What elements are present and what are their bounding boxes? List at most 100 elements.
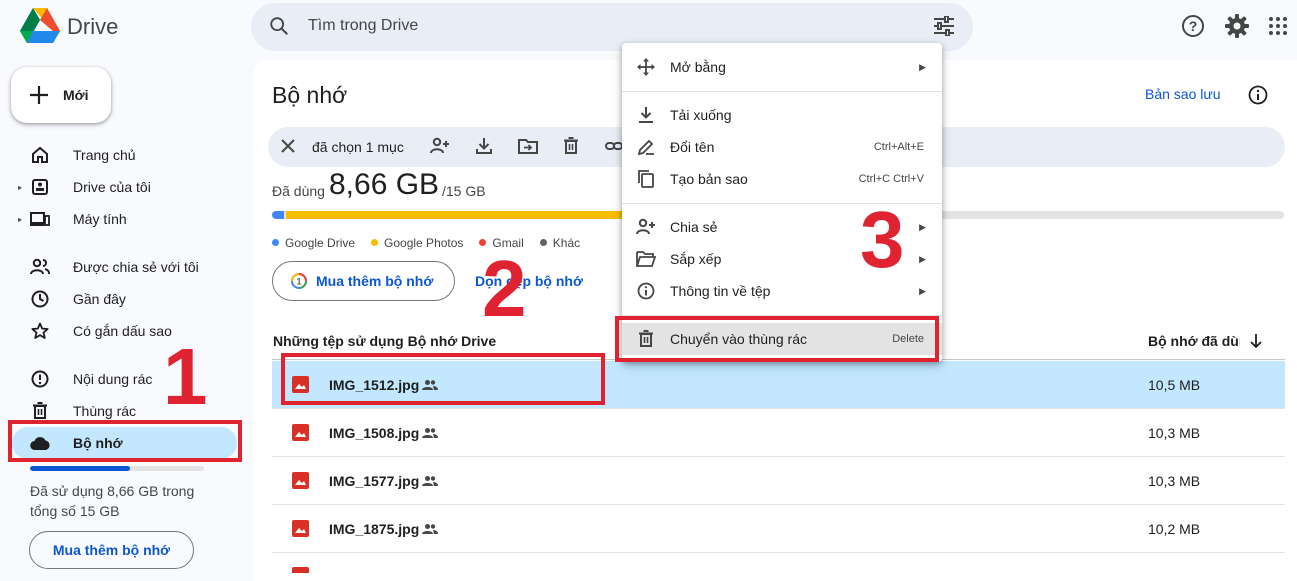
table-row[interactable]: IMG_1875.jpg 10,2 MB	[272, 505, 1285, 553]
storage-usage-text: Đã sử dụng 8,66 GB trong tổng số 15 GB	[30, 483, 195, 519]
google-one-icon: 1	[291, 273, 307, 289]
share-icon[interactable]	[430, 137, 450, 155]
submenu-arrow-icon: ▶	[919, 253, 926, 264]
clear-selection-icon[interactable]	[279, 137, 297, 155]
sidebar-item-label: Máy tính	[73, 211, 127, 227]
shared-icon	[422, 475, 438, 486]
storage-used-column-header[interactable]: Bộ nhớ đã dùng	[1148, 333, 1240, 349]
annotation-box-storage	[8, 420, 242, 462]
selection-count: đã chọn 1 mục	[312, 139, 404, 155]
clock-icon	[30, 289, 50, 309]
drive-logo-icon[interactable]	[20, 8, 60, 44]
home-icon	[30, 145, 50, 165]
table-row[interactable]: IMG_1508.jpg 10,3 MB	[272, 409, 1285, 457]
legend-item: Google Drive	[272, 236, 355, 250]
gear-icon[interactable]	[1225, 14, 1249, 38]
download-icon[interactable]	[475, 137, 493, 155]
file-info-icon	[636, 281, 656, 301]
menu-item-label: Sắp xếp	[670, 251, 722, 267]
menu-item-label: Chia sẻ	[670, 219, 718, 235]
new-button-label: Mới	[63, 87, 89, 103]
submenu-arrow-icon: ▶	[919, 61, 926, 72]
search-input[interactable]: Tìm trong Drive	[308, 17, 418, 35]
svg-text:1: 1	[296, 277, 301, 287]
sidebar-item-shared-with-me[interactable]: Được chia sẻ với tôi	[12, 251, 237, 283]
menu-item-label: Tạo bản sao	[670, 171, 748, 187]
sidebar-item-label: Được chia sẻ với tôi	[73, 259, 199, 275]
annotation-step-number: 3	[860, 195, 905, 284]
file-size: 10,3 MB	[1148, 472, 1201, 489]
menu-divider	[622, 91, 942, 92]
rename-icon	[636, 137, 656, 157]
storage-progress-bar	[30, 466, 204, 471]
sidebar-item-recent[interactable]: Gần đây	[12, 283, 237, 315]
sidebar-item-my-drive[interactable]: ▸ Drive của tôi	[12, 171, 237, 203]
menu-item-download[interactable]: Tải xuống	[622, 99, 942, 131]
sidebar-item-label: Nội dung rác	[73, 371, 153, 387]
backup-link[interactable]: Bản sao lưu	[1145, 86, 1221, 102]
file-name: IMG_1875.jpg	[329, 520, 420, 537]
menu-shortcut: Ctrl+C Ctrl+V	[858, 173, 924, 185]
storage-legend: Google Drive Google Photos Gmail Khác	[272, 236, 580, 250]
trash-icon	[30, 401, 50, 421]
plus-icon	[30, 86, 48, 104]
spam-icon	[30, 369, 50, 389]
copy-link-icon[interactable]	[605, 137, 623, 155]
annotation-box-file	[281, 353, 605, 405]
sidebar-item-label: Trang chủ	[73, 147, 136, 163]
table-row[interactable]: IMG_1577.jpg 10,3 MB	[272, 457, 1285, 505]
move-icon[interactable]	[518, 137, 538, 155]
info-icon[interactable]	[1248, 85, 1268, 105]
file-size: 10,3 MB	[1148, 424, 1201, 441]
menu-item-make-copy[interactable]: Tạo bản sao Ctrl+C Ctrl+V	[622, 163, 942, 195]
storage-progress-fill	[30, 466, 131, 471]
annotation-step-number: 2	[482, 244, 527, 333]
file-name: IMG_1508.jpg	[329, 424, 420, 441]
search-options-icon[interactable]	[933, 16, 955, 36]
sort-arrow-icon[interactable]	[1249, 333, 1263, 349]
sidebar-item-home[interactable]: Trang chủ	[12, 139, 237, 171]
menu-item-open-with[interactable]: Mở bằng ▶	[622, 51, 942, 83]
expand-caret-icon[interactable]: ▸	[12, 215, 22, 224]
buy-storage-button[interactable]: Mua thêm bộ nhớ	[29, 531, 194, 569]
menu-item-label: Đổi tên	[670, 139, 715, 155]
image-file-icon	[292, 424, 309, 441]
image-file-icon	[292, 472, 309, 489]
used-total: /15 GB	[442, 183, 486, 199]
menu-item-label: Thông tin về tệp	[670, 283, 771, 299]
app-title[interactable]: Drive	[67, 14, 118, 40]
buy-storage-label: Mua thêm bộ nhớ	[316, 273, 434, 289]
open-with-icon	[636, 57, 656, 77]
image-file-icon	[292, 520, 309, 537]
search-icon[interactable]	[268, 15, 290, 37]
used-value: 8,66 GB	[329, 168, 440, 201]
menu-shortcut: Ctrl+Alt+E	[873, 141, 924, 153]
file-name: IMG_1577.jpg	[329, 472, 420, 489]
sidebar-item-computers[interactable]: ▸ Máy tính	[12, 203, 237, 235]
apps-grid-icon[interactable]	[1268, 16, 1288, 36]
menu-item-label: Tải xuống	[670, 107, 732, 123]
buy-storage-button-main[interactable]: 1 Mua thêm bộ nhớ	[272, 261, 455, 301]
sidebar-item-label: Drive của tôi	[73, 179, 151, 195]
legend-item: Google Photos	[371, 236, 463, 250]
organize-icon	[636, 249, 656, 269]
submenu-arrow-icon: ▶	[919, 221, 926, 232]
shared-icon	[422, 427, 438, 438]
legend-item: Khác	[539, 236, 580, 250]
share-icon	[636, 217, 656, 237]
expand-caret-icon[interactable]: ▸	[12, 183, 22, 192]
download-icon	[636, 105, 656, 125]
star-icon	[30, 321, 50, 341]
quota-segment	[272, 211, 285, 219]
annotation-step-number: 1	[163, 332, 208, 421]
shared-icon	[422, 523, 438, 534]
svg-text:?: ?	[1189, 18, 1198, 34]
submenu-arrow-icon: ▶	[919, 285, 926, 296]
sidebar-item-label: Có gắn dấu sao	[73, 323, 172, 339]
help-icon[interactable]: ?	[1181, 14, 1205, 38]
my-drive-icon	[30, 177, 50, 197]
new-button[interactable]: Mới	[11, 67, 111, 123]
delete-icon[interactable]	[563, 137, 579, 155]
annotation-box-trash	[615, 316, 939, 362]
menu-item-rename[interactable]: Đổi tên Ctrl+Alt+E	[622, 131, 942, 163]
